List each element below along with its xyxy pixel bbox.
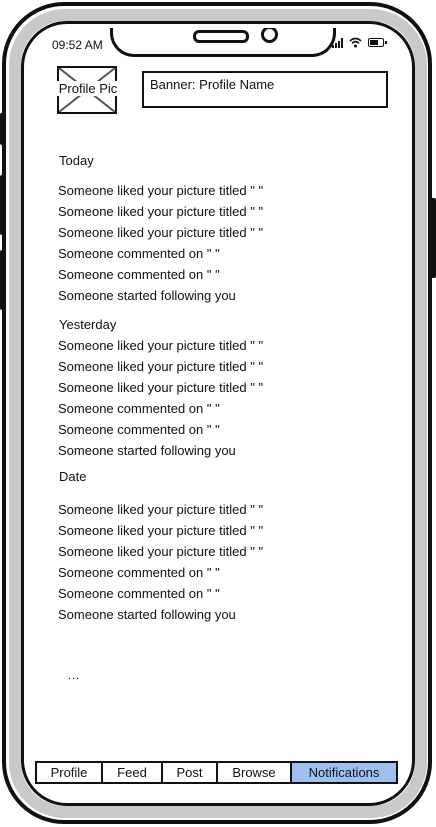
- notification-item[interactable]: Someone commented on " ": [58, 267, 220, 282]
- notification-item[interactable]: Someone liked your picture titled " ": [58, 502, 263, 517]
- notification-item[interactable]: Someone commented on " ": [58, 246, 220, 261]
- notification-item[interactable]: Someone commented on " ": [58, 401, 220, 416]
- notification-item[interactable]: Someone liked your picture titled " ": [58, 183, 263, 198]
- power-button: [431, 198, 436, 278]
- notification-item[interactable]: Someone liked your picture titled " ": [58, 380, 263, 395]
- notification-item[interactable]: Someone commented on " ": [58, 565, 220, 580]
- profile-pic-label: Profile Pic: [55, 81, 121, 96]
- camera-icon: [261, 28, 278, 43]
- notch: [110, 28, 336, 57]
- tab-feed[interactable]: Feed: [103, 763, 163, 782]
- signal-icon: [332, 38, 343, 48]
- status-icons: [332, 37, 387, 48]
- volume-up-button: [0, 175, 5, 235]
- section-title-yesterday: Yesterday: [59, 317, 117, 332]
- profile-banner: Banner: Profile Name: [142, 71, 388, 108]
- notification-item[interactable]: Someone liked your picture titled " ": [58, 338, 263, 353]
- notification-item[interactable]: Someone started following you: [58, 288, 236, 303]
- notification-item[interactable]: Someone commented on " ": [58, 422, 220, 437]
- notification-item[interactable]: Someone liked your picture titled " ": [58, 523, 263, 538]
- notification-item[interactable]: Someone liked your picture titled " ": [58, 225, 263, 240]
- notification-item[interactable]: Someone liked your picture titled " ": [58, 204, 263, 219]
- tab-notifications[interactable]: Notifications: [292, 763, 396, 782]
- banner-label: Banner: Profile Name: [150, 77, 275, 92]
- notification-item[interactable]: Someone started following you: [58, 607, 236, 622]
- tab-post[interactable]: Post: [163, 763, 218, 782]
- notification-item[interactable]: Someone started following you: [58, 443, 236, 458]
- wifi-icon: [349, 37, 362, 48]
- section-title-today: Today: [59, 153, 94, 168]
- notification-item[interactable]: Someone liked your picture titled " ": [58, 544, 263, 559]
- volume-down-button: [0, 250, 5, 310]
- screen: 09:52 AM Profile Pic Banner: Profile Nam…: [28, 28, 408, 799]
- tab-profile[interactable]: Profile: [37, 763, 103, 782]
- status-time: 09:52 AM: [52, 38, 103, 52]
- notification-item[interactable]: Someone commented on " ": [58, 586, 220, 601]
- tab-browse[interactable]: Browse: [218, 763, 292, 782]
- more-indicator: ...: [68, 670, 81, 682]
- profile-pic[interactable]: Profile Pic: [55, 66, 121, 114]
- section-title-date: Date: [59, 469, 87, 484]
- bottom-tab-bar: Profile Feed Post Browse Notifications: [35, 761, 398, 784]
- battery-icon: [368, 38, 387, 47]
- notification-item[interactable]: Someone liked your picture titled " ": [58, 359, 263, 374]
- speaker-icon: [193, 30, 249, 43]
- mute-switch: [0, 113, 5, 145]
